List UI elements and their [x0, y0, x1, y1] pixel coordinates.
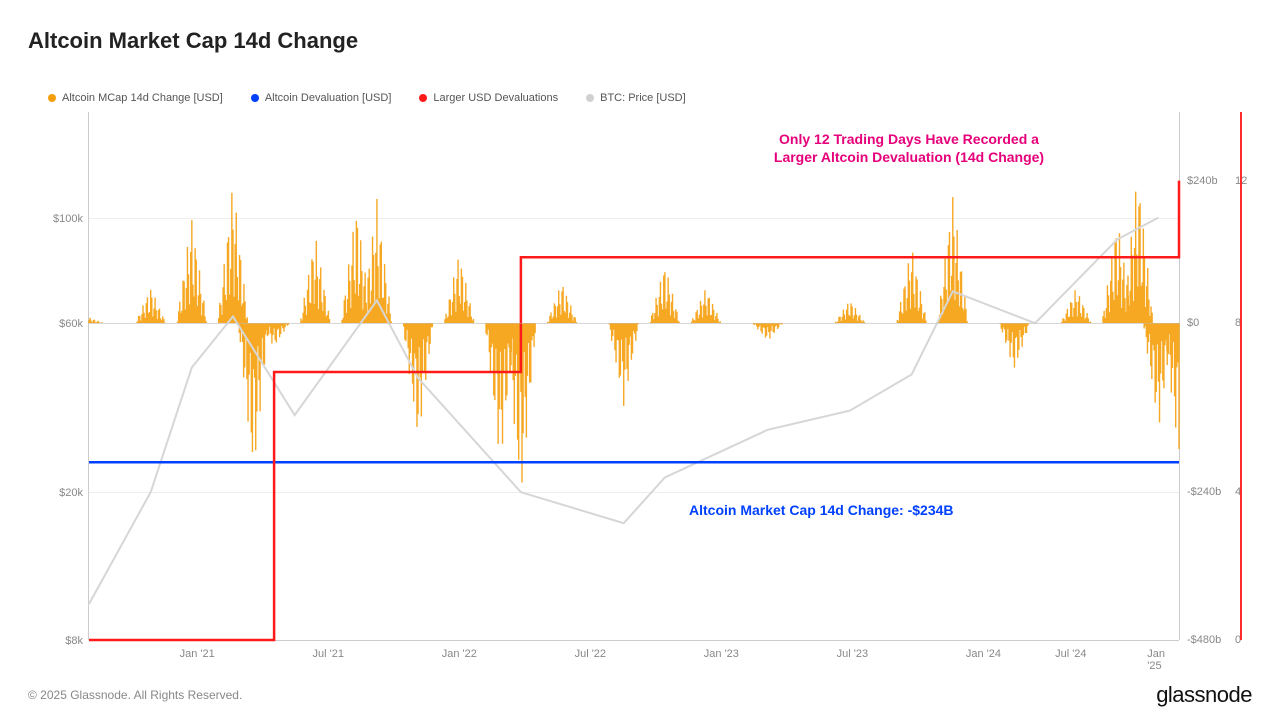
legend-label: Larger USD Devaluations	[433, 92, 558, 104]
y-right1-tick: -$480b	[1187, 634, 1221, 646]
x-axis-labels: Jan '21 Jul '21 Jan '22 Jul '22 Jan '23 Jul '…	[88, 648, 1180, 666]
chart-svg	[89, 112, 1179, 640]
legend-dot	[586, 94, 594, 102]
y-right1-tick: $0	[1187, 317, 1199, 329]
legend-item-altcoin-change: Altcoin MCap 14d Change [USD]	[48, 92, 223, 104]
page-title: Altcoin Market Cap 14d Change	[28, 28, 358, 54]
x-tick: Jul '24	[1055, 648, 1086, 660]
annotation-red: Only 12 Trading Days Have Recorded a Lar…	[699, 130, 1119, 166]
y-left-tick: $20k	[59, 487, 83, 499]
legend-item-btc-price: BTC: Price [USD]	[586, 92, 686, 104]
annotation-line: Larger Altcoin Devaluation (14d Change)	[774, 149, 1044, 165]
x-tick: Jul '22	[575, 648, 606, 660]
legend-label: Altcoin MCap 14d Change [USD]	[62, 92, 223, 104]
y-left-tick: $60k	[59, 318, 83, 330]
right-axis-indicator	[1240, 112, 1242, 640]
legend-dot	[251, 94, 259, 102]
legend-dot	[419, 94, 427, 102]
legend-dot	[48, 94, 56, 102]
x-tick: Jan '23	[704, 648, 739, 660]
legend-label: Altcoin Devaluation [USD]	[265, 92, 392, 104]
footer-copyright: © 2025 Glassnode. All Rights Reserved.	[28, 688, 242, 702]
x-tick: Jan '21	[180, 648, 215, 660]
y-left-tick: $8k	[65, 635, 83, 647]
footer-brand: glassnode	[1156, 682, 1252, 708]
legend-item-devaluation: Altcoin Devaluation [USD]	[251, 92, 392, 104]
legend-item-larger-devaluations: Larger USD Devaluations	[419, 92, 558, 104]
x-tick: Jan '25	[1147, 648, 1169, 672]
annotation-line: Only 12 Trading Days Have Recorded a	[779, 131, 1039, 147]
y-right1-tick: -$240b	[1187, 486, 1221, 498]
chart-plot-area: $100k $60k $20k $8k $240b $0 -$240b -$48…	[88, 112, 1180, 640]
x-tick: Jul '23	[837, 648, 868, 660]
x-tick: Jan '22	[442, 648, 477, 660]
annotation-blue: Altcoin Market Cap 14d Change: -$234B	[689, 502, 954, 518]
x-tick: Jul '21	[313, 648, 344, 660]
y-right1-tick: $240b	[1187, 175, 1218, 187]
chart-legend: Altcoin MCap 14d Change [USD] Altcoin De…	[48, 92, 686, 104]
x-tick: Jan '24	[966, 648, 1001, 660]
y-left-tick: $100k	[53, 213, 83, 225]
legend-label: BTC: Price [USD]	[600, 92, 686, 104]
